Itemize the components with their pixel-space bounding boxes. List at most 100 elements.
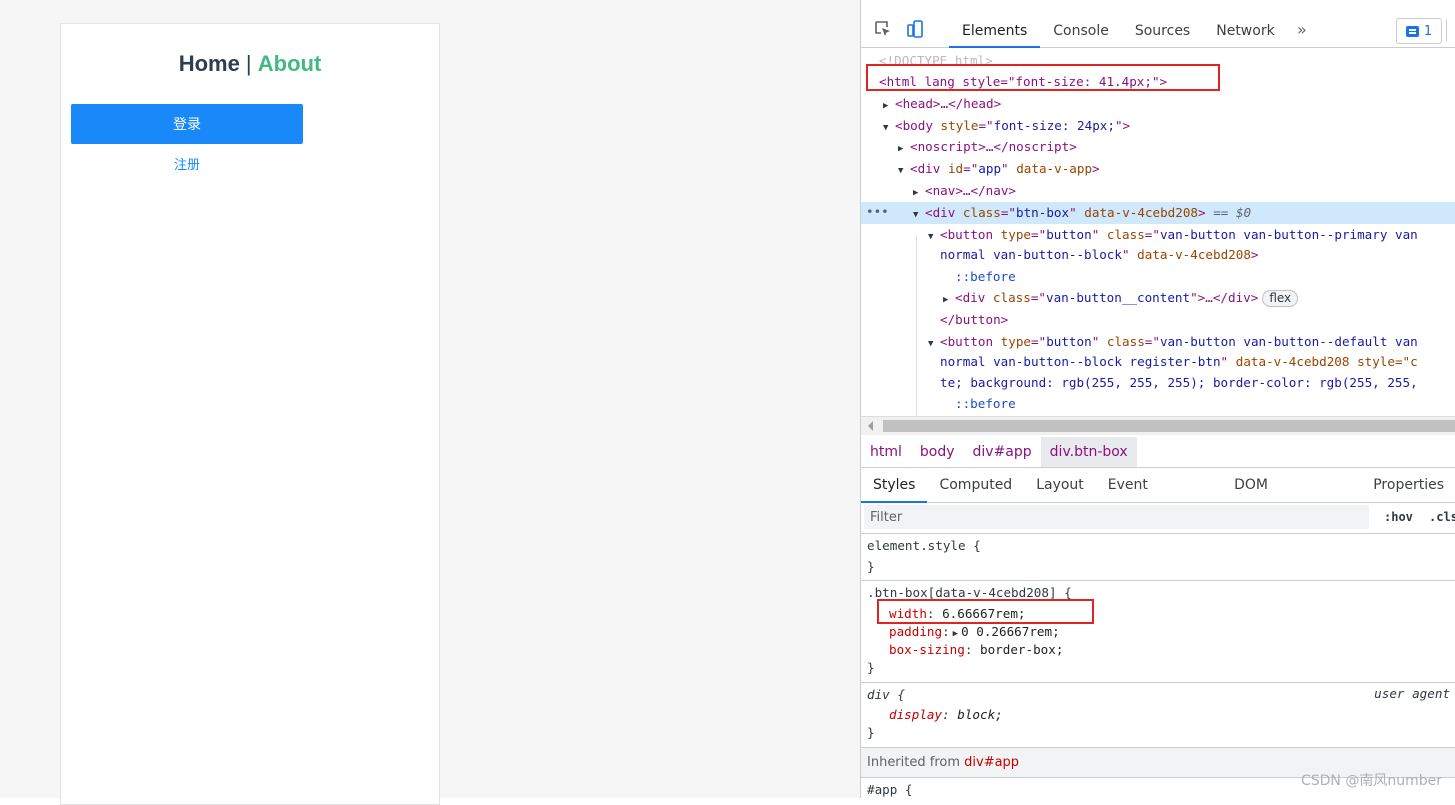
expand-triangle-icon[interactable]: ▶	[883, 96, 895, 116]
tab-event-listeners[interactable]: Event Listeners	[1096, 468, 1222, 527]
nav-about-link[interactable]: About	[258, 51, 322, 76]
dom-body-node[interactable]: ▼ <body style="font-size: 24px;">	[883, 116, 1130, 136]
breadcrumb: html body div#app div.btn-box	[861, 437, 1455, 468]
collapse-triangle-icon[interactable]: ▼	[928, 334, 940, 354]
issues-button[interactable]: 1	[1396, 18, 1442, 44]
dom-nav-node[interactable]: ▶ <nav>…</nav>	[913, 181, 1016, 201]
inherited-label: Inherited from	[867, 755, 965, 770]
tab-network[interactable]: Network	[1203, 13, 1287, 47]
crumb-btn-box[interactable]: div.btn-box	[1040, 437, 1137, 467]
nav-home-link[interactable]: Home	[179, 51, 240, 76]
cls-toggle[interactable]: .cls	[1429, 510, 1455, 524]
tab-console[interactable]: Console	[1040, 13, 1122, 47]
toolbar-divider	[1446, 19, 1447, 41]
padding-value[interactable]: 0 0.26667rem;	[961, 624, 1060, 639]
dom-login-button-node[interactable]: ▼ <button type="button" class="van-button…	[928, 225, 1418, 245]
flex-badge[interactable]: flex	[1262, 290, 1299, 307]
dom-btn1-attr: data-v-4cebd208	[1137, 247, 1251, 262]
display-prop: display	[889, 707, 943, 722]
device-toolbar-icon[interactable]	[905, 19, 925, 39]
tab-elements[interactable]: Elements	[949, 13, 1041, 48]
styles-subtabs: Styles Computed Layout Event Listeners D…	[861, 468, 1455, 527]
dom-before-pseudo[interactable]: ::before	[955, 267, 1016, 287]
expand-triangle-icon[interactable]: ▶	[898, 139, 910, 159]
dom-noscript-node[interactable]: ▶ <noscript>…</noscript>	[898, 137, 1077, 157]
styles-filter-bar: :hov .cls	[861, 503, 1455, 534]
collapse-triangle-icon[interactable]: ▼	[913, 205, 925, 225]
dom-btn1-class-b: normal van-button--block	[940, 247, 1122, 262]
dom-head-text: <head>…</head>	[895, 96, 1002, 111]
dom-body-style: font-size: 24px;	[993, 118, 1115, 133]
decl-padding[interactable]: padding: ▶ 0 0.26667rem;	[889, 623, 1060, 641]
more-tabs-icon[interactable]: »	[1297, 20, 1307, 39]
dom-nav-text: <nav>…</nav>	[925, 183, 1016, 198]
decl-display: display: block;	[889, 707, 1003, 722]
inspect-element-icon[interactable]	[873, 19, 893, 39]
register-button[interactable]: 注册	[71, 148, 303, 178]
tab-properties[interactable]: Properties	[1361, 468, 1455, 502]
rule-close: }	[867, 725, 875, 740]
indent-guide	[916, 236, 917, 416]
dom-btnbox-node[interactable]: ▼ <div class="btn-box" data-v-4cebd208> =…	[913, 203, 1251, 223]
crumb-html[interactable]: html	[861, 437, 911, 467]
inherited-selector-link[interactable]: div#app	[964, 755, 1019, 770]
hov-toggle[interactable]: :hov	[1384, 510, 1413, 524]
dom-tree: <!DOCTYPE html> <html lang style="font-s…	[861, 48, 1455, 416]
dom-content-node[interactable]: ▶ <div class="van-button__content">…</div…	[943, 288, 1299, 310]
tab-styles[interactable]: Styles	[861, 468, 928, 503]
collapse-triangle-icon[interactable]: ▼	[928, 227, 940, 247]
dom-register-button-node[interactable]: ▼ <button type="button" class="van-button…	[928, 332, 1418, 352]
dom-btn2-attr: data-v-4cebd208	[1235, 354, 1350, 369]
dom-before-pseudo-2[interactable]: ::before	[955, 394, 1016, 414]
boxsizing-prop: box-sizing	[889, 642, 965, 657]
tab-dom-breakpoints[interactable]: DOM Breakpoints	[1222, 468, 1361, 527]
boxsizing-value[interactable]: border-box;	[980, 642, 1063, 657]
dom-btn1-type: button	[1046, 227, 1092, 242]
dom-button-close[interactable]: </button>	[940, 310, 1008, 330]
login-button[interactable]: 登录	[71, 104, 303, 144]
node-actions-icon[interactable]: •••	[866, 202, 889, 222]
issues-count: 1	[1423, 23, 1433, 39]
rule-btn-box: .btn-box[data-v-4cebd208] { width: 6.666…	[861, 581, 1455, 683]
dom-noscript-text: <noscript>…</noscript>	[910, 139, 1077, 154]
dom-btnbox-attr: data-v-4cebd208	[1084, 205, 1199, 220]
nav: Home | About	[61, 51, 439, 77]
dom-head-node[interactable]: ▶ <head>…</head>	[883, 94, 1001, 114]
crumb-app[interactable]: div#app	[964, 437, 1041, 467]
nav-separator: |	[239, 51, 258, 76]
scroll-left-icon[interactable]	[868, 421, 873, 431]
app-rule-selector[interactable]: #app {	[867, 781, 913, 798]
styles-rules: element.style { } .btn-box[data-v-4cebd2…	[861, 534, 1455, 798]
tab-layout[interactable]: Layout	[1024, 468, 1096, 502]
rule-div-user-agent: div { user agent display: block; }	[861, 683, 1455, 748]
expand-triangle-icon[interactable]: ▶	[943, 290, 955, 310]
watermark: CSDN @南风number	[1300, 773, 1442, 789]
dom-body-tag: body	[902, 118, 933, 133]
dom-app-attr: data-v-app	[1016, 161, 1093, 176]
div-selector[interactable]: div {	[867, 686, 905, 704]
padding-prop: padding	[889, 624, 943, 639]
dom-btnbox-class: btn-box	[1016, 205, 1070, 220]
issues-icon	[1405, 25, 1419, 37]
rule-close: }	[867, 660, 875, 675]
dom-register-button-style: te; background: rgb(255, 255, 255); bord…	[940, 375, 1418, 390]
display-value: block;	[957, 707, 1003, 722]
element-style-selector[interactable]: element.style {	[867, 537, 981, 555]
scrollbar-thumb[interactable]	[883, 420, 1455, 432]
expand-triangle-icon[interactable]: ▶	[953, 629, 958, 639]
user-agent-label: user agent	[1374, 686, 1450, 701]
tab-computed[interactable]: Computed	[927, 468, 1024, 502]
collapse-triangle-icon[interactable]: ▼	[883, 118, 895, 138]
devtools-tabbar: Elements Console Sources Network » 1	[861, 13, 1455, 48]
dom-login-button-cont: normal van-button--block" data-v-4cebd20…	[940, 247, 1259, 262]
decl-box-sizing[interactable]: box-sizing: border-box;	[889, 641, 1063, 659]
dom-app-node[interactable]: ▼ <div id="app" data-v-app>	[898, 159, 1100, 179]
horizontal-scrollbar[interactable]	[861, 416, 1455, 435]
expand-triangle-icon[interactable]: ▶	[913, 183, 925, 203]
collapse-triangle-icon[interactable]: ▼	[898, 161, 910, 181]
styles-filter-input[interactable]	[864, 505, 1369, 529]
rule-element-style: element.style { }	[861, 534, 1455, 581]
device-viewport: Home | About 登录 注册	[60, 23, 440, 805]
crumb-body[interactable]: body	[911, 437, 964, 467]
tab-sources[interactable]: Sources	[1122, 13, 1203, 47]
